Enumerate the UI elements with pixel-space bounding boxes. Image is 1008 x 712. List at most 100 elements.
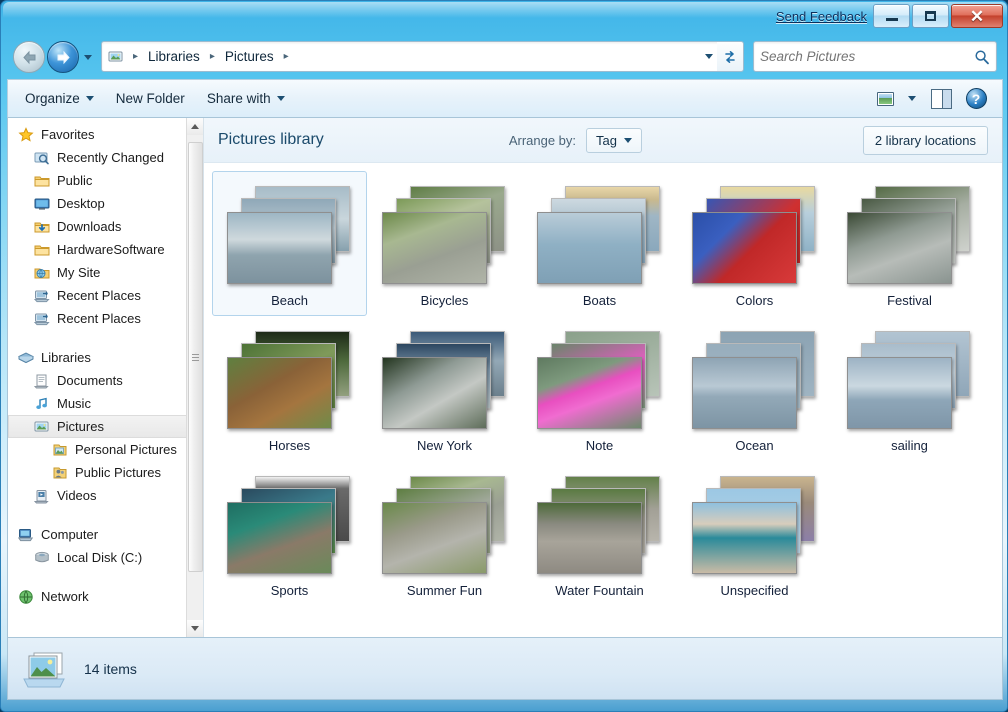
grid-item-label: Horses: [269, 438, 310, 453]
grid-item-unspecified[interactable]: Unspecified: [677, 461, 832, 606]
address-bar[interactable]: ▸ Libraries ▸ Pictures ▸: [101, 41, 721, 72]
sidebar-item-label: Desktop: [57, 196, 105, 211]
photo-stack-icon: [227, 184, 352, 289]
grid-item-colors[interactable]: Colors: [677, 171, 832, 316]
sidebar-item-music[interactable]: Music: [8, 392, 203, 415]
library-locations-button[interactable]: 2 library locations: [863, 126, 988, 155]
organize-button[interactable]: Organize: [14, 85, 105, 112]
sidebar-item-network[interactable]: Network: [8, 585, 203, 608]
sidebar-item-local-disk-c[interactable]: Local Disk (C:): [8, 546, 203, 569]
forward-button[interactable]: [47, 41, 79, 73]
search-box[interactable]: [753, 41, 997, 72]
explorer-window: Send Feedback ✕: [0, 0, 1008, 712]
triangle-up-icon: [191, 124, 199, 129]
help-icon: ?: [966, 88, 987, 109]
preview-pane-icon: [931, 89, 952, 109]
grid-item-beach[interactable]: Beach: [212, 171, 367, 316]
address-dropdown-button[interactable]: [700, 43, 718, 70]
sidebar-item-label: Recent Places: [57, 311, 141, 326]
breadcrumb-separator-1: ▸: [210, 51, 215, 62]
photo-stack-icon: [227, 329, 352, 434]
forward-arrow-icon: [55, 50, 72, 65]
chevron-down-icon: [908, 96, 916, 101]
grid-item-bicycles[interactable]: Bicycles: [367, 171, 522, 316]
sidebar-item-desktop[interactable]: Desktop: [8, 192, 203, 215]
sidebar-item-libraries[interactable]: Libraries: [8, 346, 203, 369]
close-icon: ✕: [970, 8, 984, 25]
back-button[interactable]: [13, 41, 45, 73]
grid-item-summer-fun[interactable]: Summer Fun: [367, 461, 522, 606]
grid-item-sailing[interactable]: sailing: [832, 316, 987, 461]
navigation-tree: FavoritesRecently ChangedPublic Desktop Do…: [8, 118, 203, 608]
recent-search-icon: [34, 150, 50, 166]
scroll-down-button[interactable]: [187, 620, 203, 637]
refresh-button[interactable]: [717, 41, 744, 72]
grid-item-note[interactable]: Note: [522, 316, 677, 461]
new-folder-button[interactable]: New Folder: [105, 85, 196, 112]
grid-item-new-york[interactable]: New York: [367, 316, 522, 461]
sidebar-item-favorites[interactable]: Favorites: [8, 123, 203, 146]
sidebar-item-documents[interactable]: Documents: [8, 369, 203, 392]
chevron-down-icon: [277, 96, 285, 101]
grid-item-sports[interactable]: Sports: [212, 461, 367, 606]
scroll-up-button[interactable]: [187, 118, 203, 135]
sidebar-item-pictures[interactable]: Pictures: [8, 415, 203, 438]
breadcrumb-pictures[interactable]: Pictures: [222, 47, 277, 66]
share-with-button[interactable]: Share with: [196, 85, 296, 112]
photo-thumbnail: [692, 357, 797, 429]
items-grid: BeachBicyclesBoatsColors Festival Horses Ne…: [204, 163, 1002, 637]
breadcrumb-libraries[interactable]: Libraries: [145, 47, 203, 66]
libraries-icon: [18, 350, 34, 366]
documents-library-icon: [34, 373, 50, 389]
maximize-button[interactable]: [912, 4, 949, 28]
preview-pane-button[interactable]: [924, 86, 958, 112]
sidebar-item-computer[interactable]: Computer: [8, 523, 203, 546]
change-view-dropdown-button[interactable]: [902, 86, 922, 112]
grid-item-festival[interactable]: Festival: [832, 171, 987, 316]
sidebar-item-label: Network: [41, 589, 89, 604]
send-feedback-link[interactable]: Send Feedback: [776, 9, 867, 24]
sidebar-item-downloads[interactable]: Downloads: [8, 215, 203, 238]
window-controls: ✕: [873, 4, 1003, 28]
grid-item-ocean[interactable]: Ocean: [677, 316, 832, 461]
sidebar-item-personal-pictures[interactable]: Personal Pictures: [8, 438, 203, 461]
recent-pages-dropdown-button[interactable]: [81, 51, 95, 63]
search-input[interactable]: [760, 49, 974, 64]
grid-item-horses[interactable]: Horses: [212, 316, 367, 461]
toolbar-right-group: ?: [870, 86, 996, 112]
help-button[interactable]: ?: [960, 86, 992, 112]
grid-item-label: Festival: [887, 293, 932, 308]
sidebar-item-label: Personal Pictures: [75, 442, 177, 457]
chevron-down-icon: [84, 55, 92, 60]
sidebar-item-hardwaresoftware[interactable]: HardwareSoftware: [8, 238, 203, 261]
scrollbar-thumb[interactable]: [188, 142, 203, 572]
my-site-icon: [34, 265, 50, 281]
sidebar-item-recent-places[interactable]: Recent Places: [8, 307, 203, 330]
share-with-label: Share with: [207, 91, 271, 106]
minimize-icon: [886, 18, 898, 21]
photo-thumbnail: [227, 212, 332, 284]
photo-thumbnail: [537, 357, 642, 429]
sidebar-item-label: Local Disk (C:): [57, 550, 142, 565]
sidebar-item-public-pictures[interactable]: Public Pictures: [8, 461, 203, 484]
grid-item-label: Note: [586, 438, 613, 453]
minimize-button[interactable]: [873, 4, 910, 28]
new-folder-label: New Folder: [116, 91, 185, 106]
triangle-down-icon: [191, 626, 199, 631]
grid-item-water-fountain[interactable]: Water Fountain: [522, 461, 677, 606]
sidebar-item-recent-places[interactable]: Recent Places: [8, 284, 203, 307]
change-view-button[interactable]: [870, 86, 900, 112]
pictures-stack-icon: [20, 647, 68, 691]
downloads-folder-icon: [34, 219, 50, 235]
navigation-scrollbar[interactable]: [186, 118, 203, 637]
sidebar-item-my-site[interactable]: My Site: [8, 261, 203, 284]
sidebar-item-videos[interactable]: Videos: [8, 484, 203, 507]
music-library-icon: [34, 396, 50, 412]
grid-item-boats[interactable]: Boats: [522, 171, 677, 316]
photo-stack-icon: [692, 474, 817, 579]
photo-thumbnail: [692, 212, 797, 284]
close-button[interactable]: ✕: [951, 4, 1003, 28]
sidebar-item-recently-changed[interactable]: Recently Changed: [8, 146, 203, 169]
arrange-by-dropdown[interactable]: Tag: [586, 128, 642, 153]
sidebar-item-public[interactable]: Public: [8, 169, 203, 192]
